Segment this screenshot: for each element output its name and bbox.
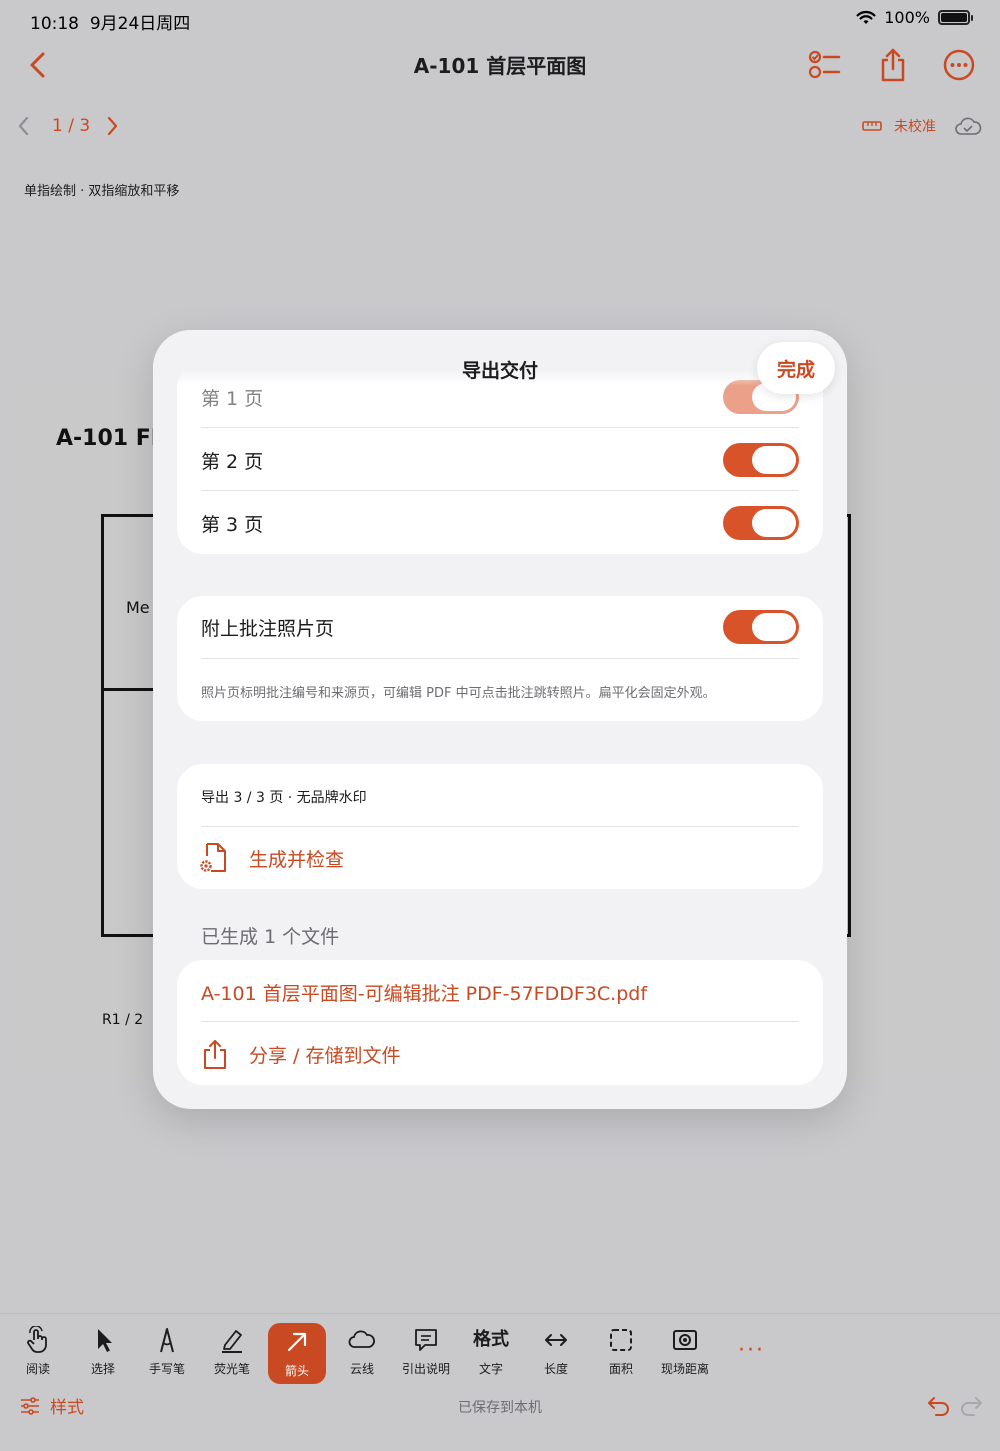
page-2-toggle[interactable] bbox=[723, 443, 799, 477]
generate-label: 生成并检查 bbox=[249, 848, 345, 871]
share-icon bbox=[204, 1040, 226, 1069]
chevron-left-icon[interactable] bbox=[16, 115, 32, 137]
document-gear-icon bbox=[200, 843, 226, 872]
tool-read[interactable]: 阅读 bbox=[6, 1326, 70, 1382]
generated-files-card: A-101 首层平面图-可编辑批注 PDF-57FDDF3C.pdf 分享 / … bbox=[177, 960, 823, 1085]
highlighter-icon bbox=[222, 1330, 242, 1353]
tool-arrow[interactable]: 箭头 bbox=[268, 1323, 326, 1384]
undo-icon[interactable] bbox=[926, 1393, 952, 1417]
pages-card: 第 1 页 第 2 页 第 3 页 bbox=[177, 362, 823, 554]
page-row-label: 第 3 页 bbox=[201, 513, 264, 536]
done-button[interactable]: 完成 bbox=[757, 342, 835, 394]
photo-pages-card: 附上批注照片页 照片页标明批注编号和来源页，可编辑 PDF 中可点击批注跳转照片… bbox=[177, 596, 823, 721]
redo-icon[interactable] bbox=[958, 1393, 984, 1417]
battery-percent: 100% bbox=[884, 8, 930, 27]
drawing-footer: R1 / 2 bbox=[102, 1012, 144, 1028]
drawing-title: A-101 FI bbox=[56, 426, 159, 451]
battery-icon bbox=[938, 10, 973, 25]
photo-pages-label: 附上批注照片页 bbox=[201, 617, 335, 640]
page-row-3: 第 3 页 bbox=[201, 506, 799, 540]
tool-field-distance[interactable]: 现场距离 bbox=[653, 1326, 717, 1382]
tool-select[interactable]: 选择 bbox=[71, 1326, 135, 1382]
length-icon bbox=[545, 1334, 567, 1346]
checklist-icon[interactable] bbox=[806, 47, 842, 83]
hand-icon bbox=[27, 1326, 47, 1353]
page-3-toggle[interactable] bbox=[723, 506, 799, 540]
tool-label: 云线 bbox=[349, 1362, 374, 1376]
page-row-label: 第 1 页 bbox=[201, 387, 264, 410]
page-row-2: 第 2 页 bbox=[201, 443, 799, 477]
photo-pages-row: 附上批注照片页 bbox=[201, 610, 799, 644]
tool-label: 选择 bbox=[90, 1362, 115, 1376]
tool-label: 阅读 bbox=[25, 1362, 50, 1376]
generated-header: 已生成 1 个文件 bbox=[201, 926, 340, 948]
ruler-icon bbox=[862, 121, 882, 131]
page-title: A-101 首层平面图 bbox=[413, 54, 587, 78]
more-icon[interactable] bbox=[941, 47, 977, 83]
more-tools-button[interactable]: ··· bbox=[738, 1338, 765, 1363]
share-save-button[interactable]: 分享 / 存储到文件 bbox=[201, 1038, 400, 1070]
calibration-label: 未校准 bbox=[894, 119, 936, 135]
callout-icon bbox=[415, 1329, 437, 1351]
tool-label: 文字 bbox=[478, 1362, 503, 1376]
tool-length[interactable]: 长度 bbox=[524, 1326, 588, 1382]
generate-button[interactable]: 生成并检查 bbox=[199, 842, 344, 874]
tool-label: 长度 bbox=[543, 1362, 568, 1376]
cloud-icon bbox=[348, 1330, 375, 1348]
camera-distance-icon bbox=[673, 1330, 697, 1350]
tool-callout[interactable]: 引出说明 bbox=[394, 1326, 458, 1382]
tool-label: 手写笔 bbox=[148, 1362, 185, 1376]
area-icon bbox=[610, 1329, 632, 1351]
page-row-label: 第 2 页 bbox=[201, 450, 264, 473]
tool-highlighter[interactable]: 荧光笔 bbox=[200, 1326, 264, 1382]
share-icon[interactable] bbox=[875, 47, 911, 83]
share-save-label: 分享 / 存储到文件 bbox=[249, 1044, 401, 1067]
text-format-icon: 格式 bbox=[473, 1329, 509, 1350]
tool-label: 箭头 bbox=[284, 1364, 309, 1378]
sheet-title: 导出交付 bbox=[461, 360, 538, 382]
photo-pages-note: 照片页标明批注编号和来源页，可编辑 PDF 中可点击批注跳转照片。扁平化会固定外… bbox=[201, 686, 716, 701]
gesture-hint: 单指绘制 · 双指缩放和平移 bbox=[24, 184, 180, 199]
export-card: 导出 3 / 3 页 · 无品牌水印 生成并检查 bbox=[177, 764, 823, 889]
tool-label: 面积 bbox=[608, 1362, 633, 1376]
tool-text[interactable]: 格式 文字 bbox=[459, 1326, 523, 1382]
page-navigator: 1 / 3 bbox=[16, 115, 120, 137]
save-status: 已保存到本机 bbox=[458, 1400, 542, 1416]
generated-file-link[interactable]: A-101 首层平面图-可编辑批注 PDF-57FDDF3C.pdf bbox=[201, 979, 647, 1006]
export-summary: 导出 3 / 3 页 · 无品牌水印 bbox=[201, 790, 367, 806]
tool-label: 现场距离 bbox=[660, 1362, 709, 1376]
cloud-check-icon bbox=[955, 117, 982, 135]
cursor-icon bbox=[98, 1329, 112, 1352]
tool-label: 荧光笔 bbox=[213, 1362, 250, 1376]
wifi-icon bbox=[856, 10, 876, 24]
arrow-icon bbox=[287, 1332, 307, 1352]
tool-pen[interactable]: 手写笔 bbox=[135, 1326, 199, 1382]
photo-pages-toggle[interactable] bbox=[723, 610, 799, 644]
pen-nib-icon bbox=[160, 1328, 174, 1353]
calibration-status[interactable]: 未校准 bbox=[862, 116, 982, 136]
chevron-right-icon[interactable] bbox=[104, 115, 120, 137]
room-label: Me bbox=[126, 598, 150, 617]
tool-label: 引出说明 bbox=[401, 1362, 450, 1376]
tool-area[interactable]: 面积 bbox=[589, 1326, 653, 1382]
status-time: 10:18 9月24日周四 bbox=[30, 14, 191, 34]
tool-cloud[interactable]: 云线 bbox=[330, 1326, 394, 1382]
floor-plan-wall bbox=[101, 688, 161, 691]
page-indicator: 1 / 3 bbox=[52, 116, 91, 136]
status-indicators: 100% bbox=[856, 8, 973, 27]
